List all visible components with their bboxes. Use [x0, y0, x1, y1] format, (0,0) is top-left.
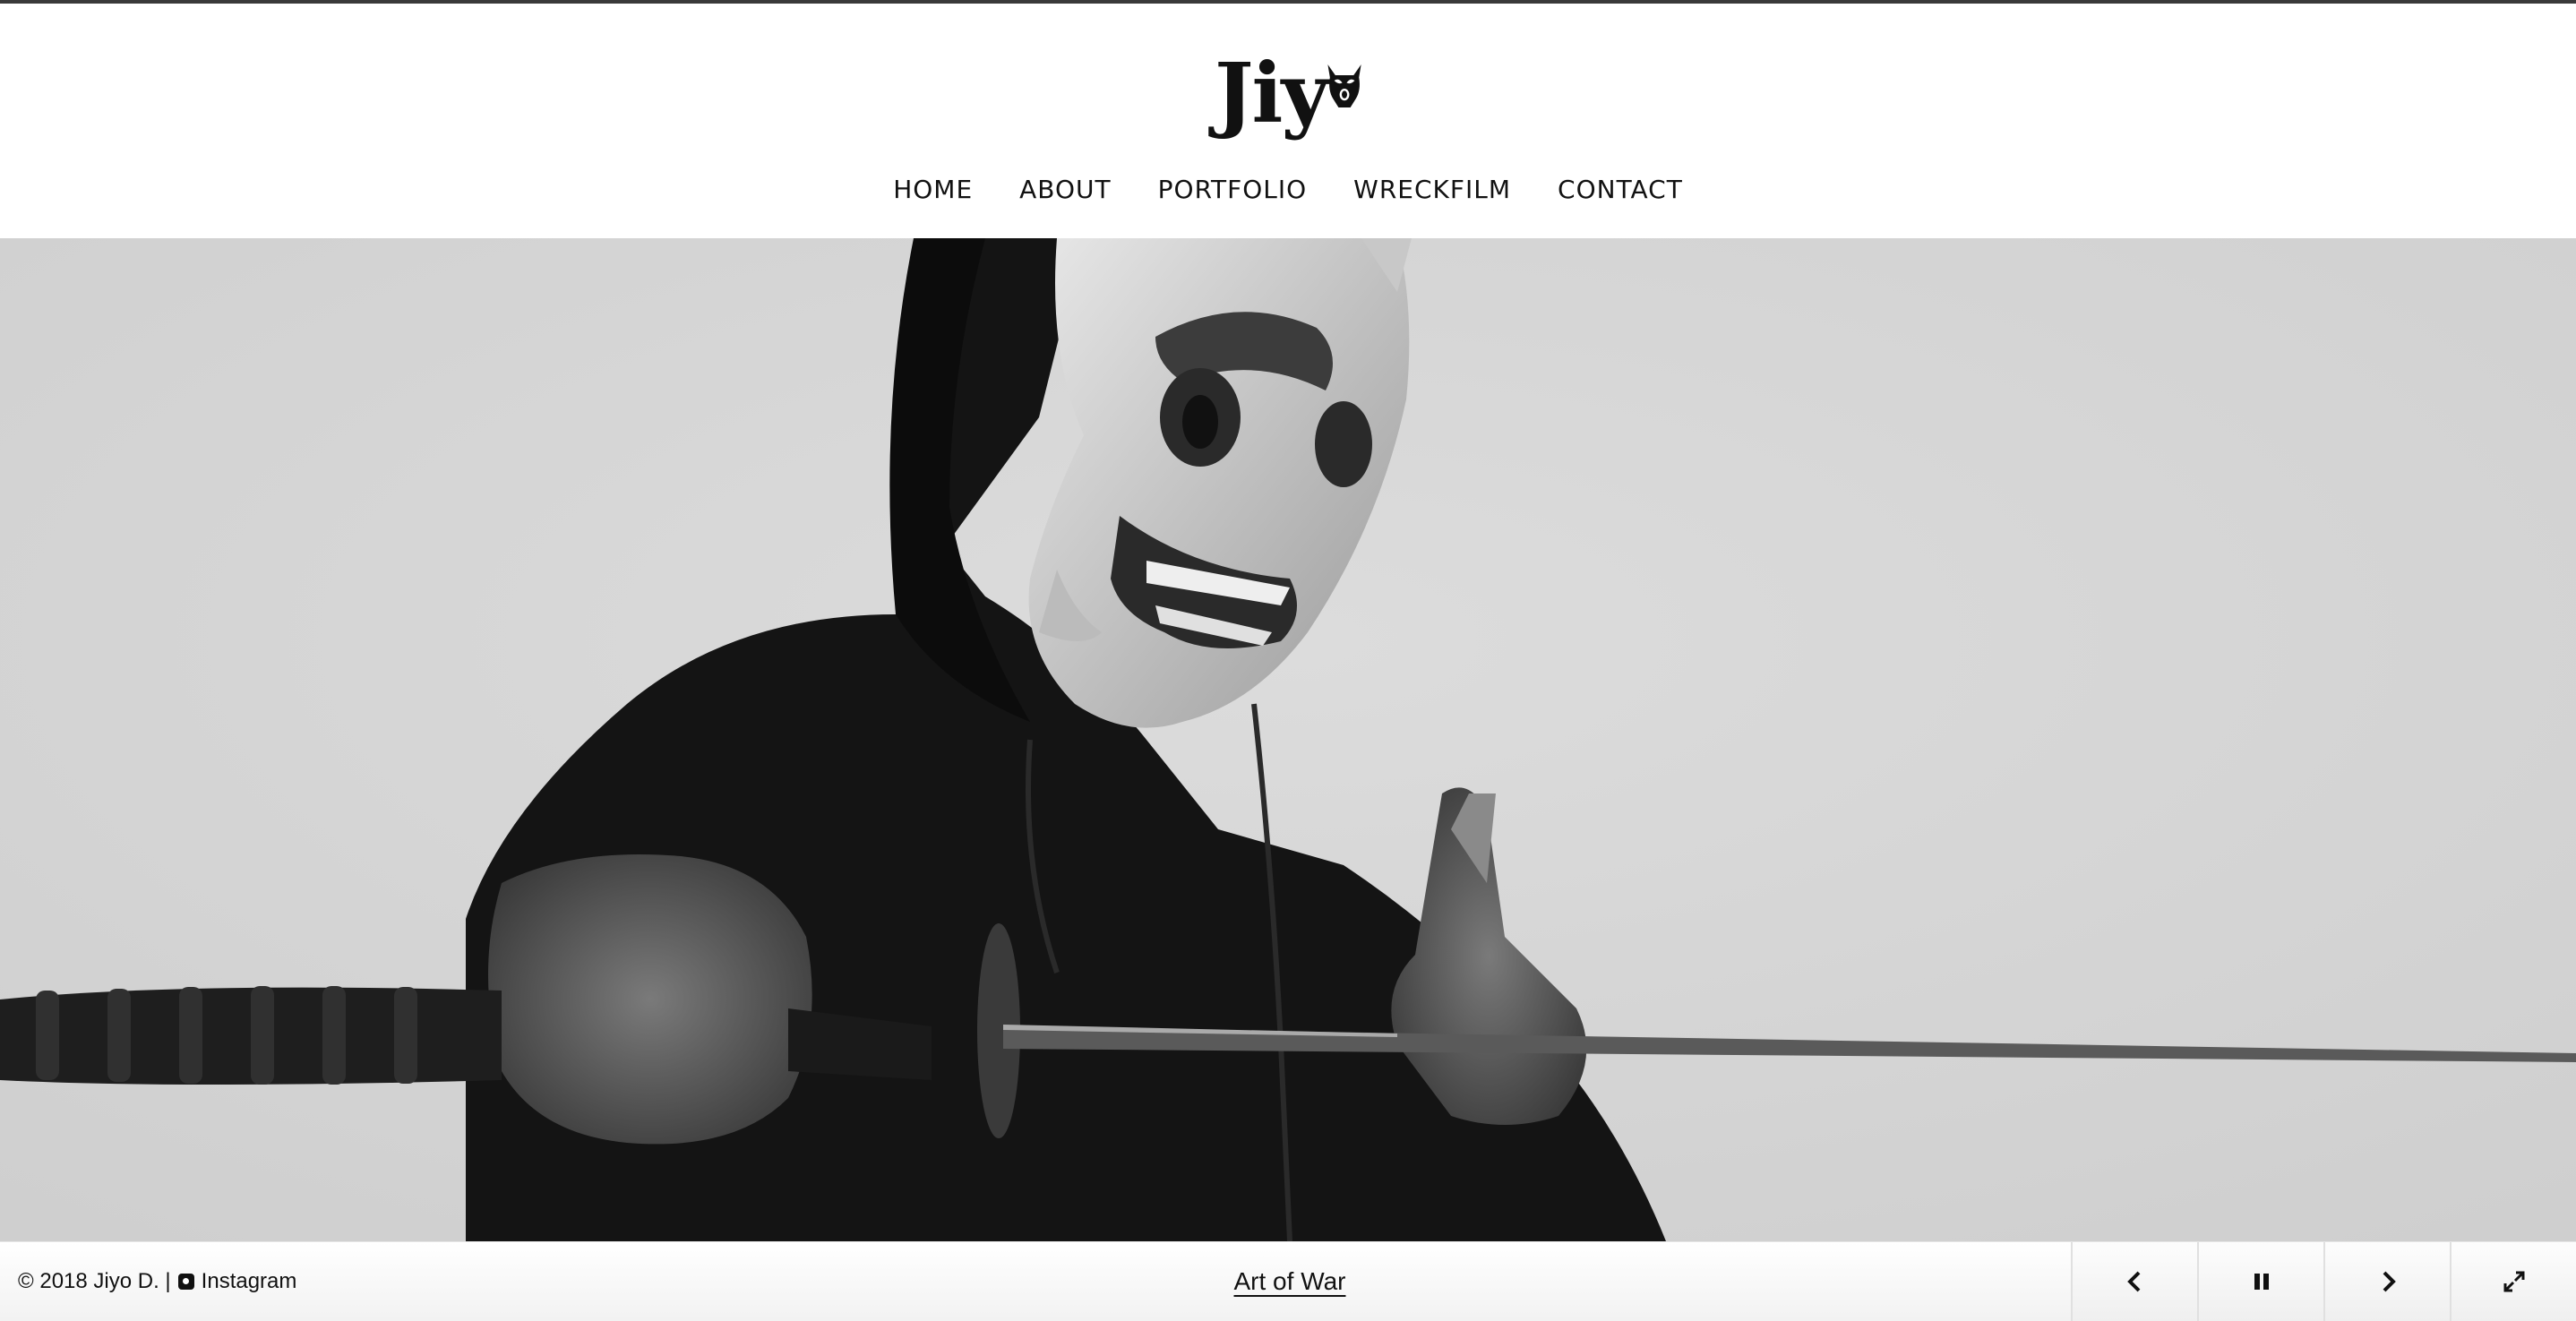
- chevron-left-icon: [2126, 1271, 2140, 1292]
- next-slide-button[interactable]: [2323, 1242, 2450, 1321]
- site-logo[interactable]: Jiy: [1215, 36, 1363, 134]
- expand-icon: [2503, 1271, 2524, 1292]
- demon-mask-logo-icon: [1327, 64, 1361, 108]
- instagram-link[interactable]: Instagram: [202, 1269, 297, 1294]
- nav-portfolio[interactable]: PORTFOLIO: [1158, 170, 1308, 210]
- site-header: Jiy HOME ABOUT PORTFOLIO WRECKFILM CONTA…: [0, 4, 2576, 238]
- logo-text: Jiy: [1215, 45, 1329, 142]
- fullscreen-button[interactable]: [2450, 1242, 2576, 1321]
- footer-copyright: © 2018 Jiyo D. | Instagram: [18, 1242, 296, 1321]
- prev-slide-button[interactable]: [2071, 1242, 2197, 1321]
- nav-wreckfilm[interactable]: WRECKFILM: [1353, 170, 1511, 210]
- nav-about[interactable]: ABOUT: [1019, 170, 1112, 210]
- pause-slideshow-button[interactable]: [2197, 1242, 2323, 1321]
- main-nav: HOME ABOUT PORTFOLIO WRECKFILM CONTACT: [0, 170, 2576, 210]
- slide-title-link[interactable]: Art of War: [1234, 1267, 1346, 1296]
- chevron-right-icon: [2383, 1271, 2396, 1292]
- copyright-text: © 2018 Jiyo D. |: [18, 1269, 171, 1293]
- instagram-icon[interactable]: [177, 1274, 194, 1290]
- slide-caption: Art of War: [1164, 1242, 1415, 1321]
- hero-slideshow-image: [0, 238, 2576, 1241]
- masked-swordsman-photo: [0, 238, 2576, 1241]
- nav-contact[interactable]: CONTACT: [1558, 170, 1683, 210]
- nav-home[interactable]: HOME: [893, 170, 973, 210]
- slideshow-controls: [2071, 1242, 2576, 1321]
- pause-icon: [2254, 1274, 2269, 1290]
- footer-bar: © 2018 Jiyo D. | Instagram Art of War: [0, 1241, 2576, 1321]
